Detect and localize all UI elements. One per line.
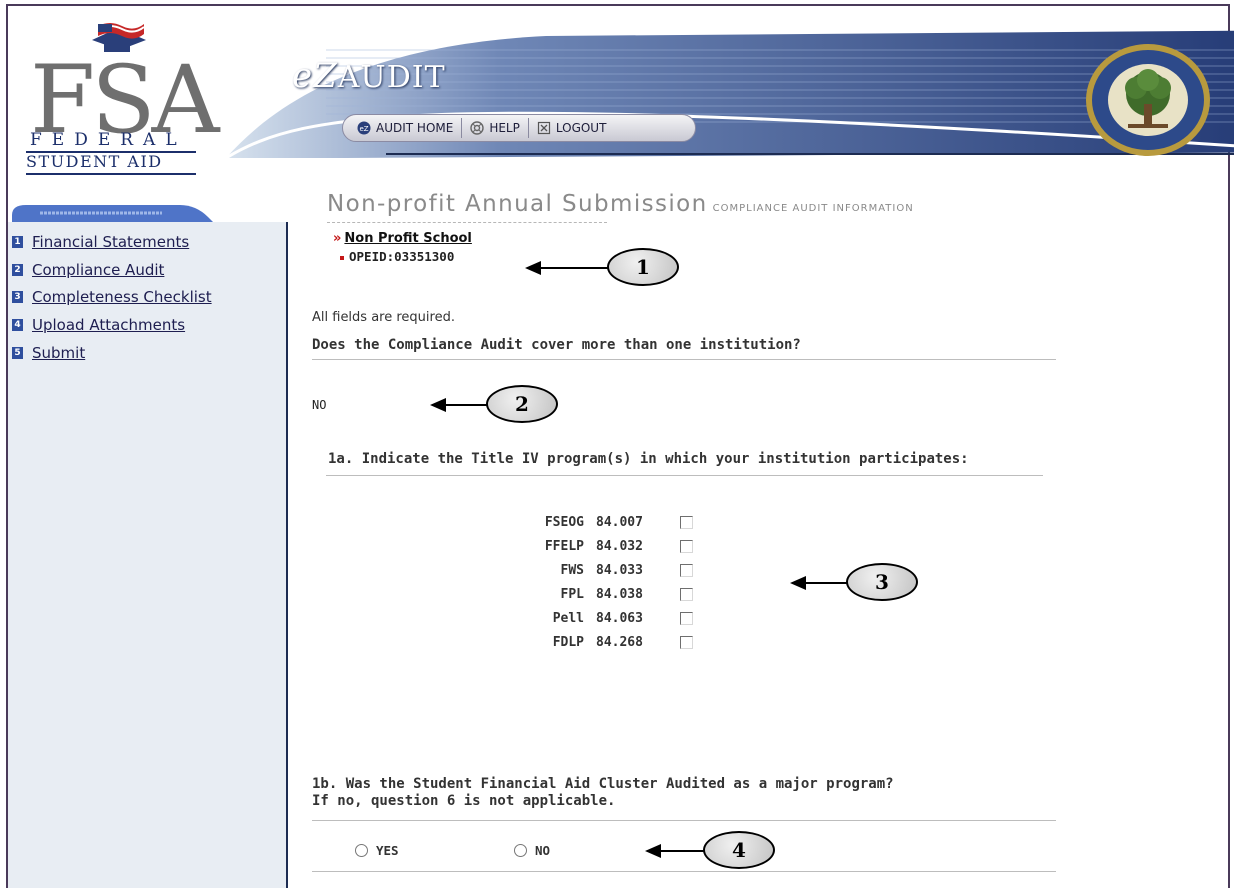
callout-4: 4 bbox=[645, 831, 775, 871]
fpl-checkbox[interactable] bbox=[680, 587, 693, 601]
ffelp-checkbox[interactable] bbox=[680, 539, 693, 553]
question-1a: 1a. Indicate the Title IV program(s) in … bbox=[328, 451, 969, 467]
help-icon bbox=[470, 121, 485, 135]
step-number-badge: 2 bbox=[12, 264, 23, 276]
logo-rule bbox=[26, 173, 196, 175]
program-row-ffelp: FFELP 84.032 bbox=[480, 536, 730, 556]
fsa-logo: FSA FEDERAL STUDENT AID bbox=[26, 18, 220, 178]
divider bbox=[312, 359, 1056, 360]
sidebar-item-compliance-audit[interactable]: 2 Compliance Audit bbox=[12, 261, 164, 279]
close-box-icon bbox=[537, 121, 550, 135]
top-nav: eZ AUDIT HOME HELP LOGOUT bbox=[342, 114, 696, 142]
yes-radio-option[interactable]: YES bbox=[355, 843, 399, 858]
question-1b: 1b. Was the Student Financial Aid Cluste… bbox=[312, 776, 894, 792]
program-row-pell: Pell 84.063 bbox=[480, 608, 730, 628]
sidebar-item-submit[interactable]: 5 Submit bbox=[12, 344, 85, 362]
step-number-badge: 4 bbox=[12, 319, 23, 331]
divider bbox=[326, 475, 1043, 476]
callout-2: 2 bbox=[430, 385, 558, 425]
sidebar-item-label: Submit bbox=[32, 344, 86, 362]
step-number-badge: 5 bbox=[12, 347, 23, 359]
breadcrumb-chevron-icon: » bbox=[333, 231, 342, 246]
audit-home-button[interactable]: eZ AUDIT HOME bbox=[349, 118, 463, 138]
sidebar-item-label: Upload Attachments bbox=[32, 316, 186, 334]
fseog-checkbox[interactable] bbox=[680, 515, 693, 529]
program-row-fws: FWS 84.033 bbox=[480, 560, 730, 580]
department-of-education-seal-icon bbox=[1086, 44, 1210, 156]
required-fields-note: All fields are required. bbox=[312, 310, 455, 325]
question-1b-note: If no, question 6 is not applicable. bbox=[312, 793, 616, 809]
school-name[interactable]: » Non Profit School bbox=[333, 231, 472, 246]
ez-logo-icon: eZ bbox=[357, 121, 371, 135]
opeid: OPEID:03351300 bbox=[340, 249, 454, 264]
no-radio-option[interactable]: NO bbox=[514, 843, 550, 858]
question-multiple-institutions: Does the Compliance Audit cover more tha… bbox=[312, 337, 801, 353]
help-button[interactable]: HELP bbox=[462, 118, 529, 138]
sidebar-item-upload-attachments[interactable]: 4 Upload Attachments bbox=[12, 316, 185, 334]
page-subtitle: COMPLIANCE AUDIT INFORMATION bbox=[712, 203, 914, 214]
sidebar-item-label: Completeness Checklist bbox=[32, 288, 212, 306]
program-row-fseog: FSEOG 84.007 bbox=[480, 512, 730, 532]
sidebar: 1 Financial Statements 2 Compliance Audi… bbox=[8, 222, 288, 888]
title-divider bbox=[327, 222, 607, 223]
fsa-federal-text: FEDERAL bbox=[30, 130, 187, 150]
program-row-fdlp: FDLP 84.268 bbox=[480, 632, 730, 652]
fsa-student-aid-text: STUDENT AID bbox=[26, 152, 163, 171]
app-title: eZAUDIT bbox=[292, 56, 446, 96]
sidebar-item-label: Financial Statements bbox=[32, 233, 190, 251]
step-number-badge: 1 bbox=[12, 236, 23, 248]
step-number-badge: 3 bbox=[12, 291, 23, 303]
bullet-icon bbox=[340, 255, 344, 260]
program-row-fpl: FPL 84.038 bbox=[480, 584, 730, 604]
fws-checkbox[interactable] bbox=[680, 563, 693, 577]
pell-checkbox[interactable] bbox=[680, 611, 693, 625]
yes-radio[interactable] bbox=[355, 844, 368, 857]
sidebar-item-financial-statements[interactable]: 1 Financial Statements bbox=[12, 233, 189, 251]
sidebar-item-completeness-checklist[interactable]: 3 Completeness Checklist bbox=[12, 288, 212, 306]
no-radio[interactable] bbox=[514, 844, 527, 857]
multiple-institutions-answer: NO bbox=[312, 398, 327, 412]
page-title: Non-profit Annual Submission COMPLIANCE A… bbox=[327, 191, 914, 217]
callout-1: 1 bbox=[525, 248, 681, 288]
sidebar-item-label: Compliance Audit bbox=[32, 261, 165, 279]
logout-button[interactable]: LOGOUT bbox=[529, 118, 615, 138]
svg-text:eZ: eZ bbox=[359, 125, 368, 133]
fdlp-checkbox[interactable] bbox=[680, 635, 693, 649]
callout-3: 3 bbox=[790, 563, 918, 603]
divider bbox=[312, 871, 1056, 872]
divider bbox=[312, 820, 1056, 821]
